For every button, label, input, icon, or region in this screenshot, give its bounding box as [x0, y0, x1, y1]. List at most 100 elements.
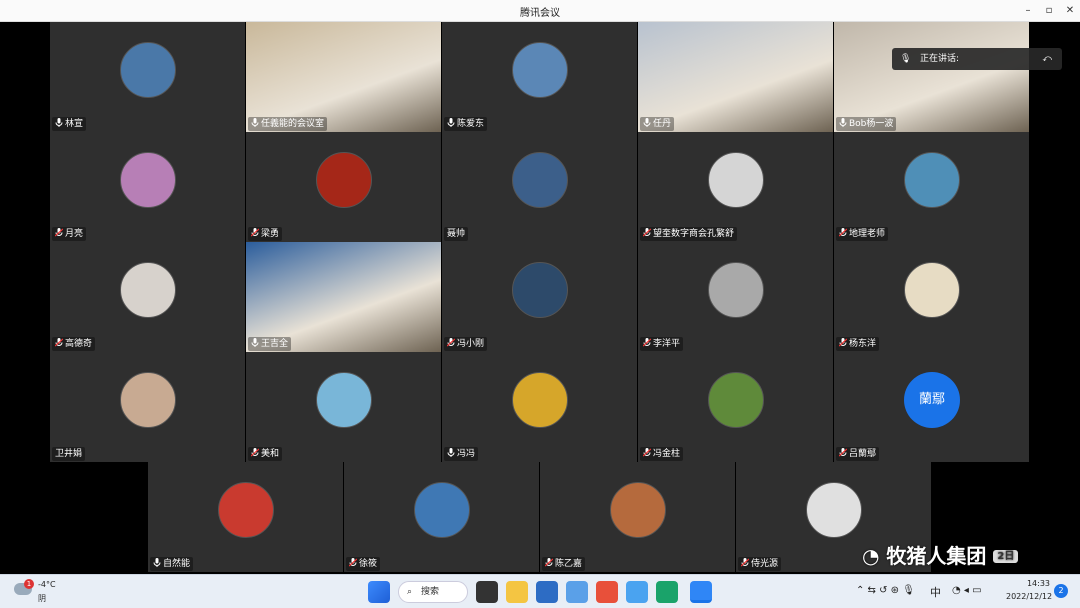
participant-tile[interactable]: 卫井娟	[50, 352, 245, 462]
avatar	[904, 262, 960, 318]
participant-name: 任義能的会议室	[248, 117, 328, 131]
participant-name: 林宣	[52, 117, 87, 131]
collapse-icon[interactable]: ⤺	[1042, 48, 1052, 70]
participant-name-text: 冯小刚	[457, 339, 485, 349]
participant-tile[interactable]: 望奎数字商会孔繁舒	[638, 132, 833, 242]
onedrive-icon[interactable]	[626, 581, 648, 603]
notification-badge[interactable]: 2	[1054, 584, 1068, 598]
participant-name-text: 望奎数字商会孔繁舒	[653, 229, 735, 239]
taskbar: 1 -4°C 阴 ⌕ 搜索 ⌃ ⇆ ↺ ⊛ 🎙 中 ◔ ◂ ▭ 14:33 20…	[0, 574, 1080, 608]
mic-on-icon	[251, 118, 259, 127]
close-button[interactable]: ✕	[1062, 3, 1078, 19]
participant-tile[interactable]: 王吉全	[246, 242, 441, 352]
avatar	[120, 372, 176, 428]
participant-name: 徐筱	[346, 557, 381, 571]
mic-icon: 🎙	[900, 54, 912, 64]
avatar: 蘭鄢	[904, 372, 960, 428]
participant-tile[interactable]: 自然能	[148, 462, 343, 572]
clock-date[interactable]: 2022/12/12	[1006, 592, 1052, 601]
participant-name: 陈乙嘉	[542, 557, 586, 571]
mic-on-icon	[251, 338, 259, 347]
file-explorer-icon[interactable]	[506, 581, 528, 603]
participant-tile[interactable]: 陈乙嘉	[540, 462, 735, 572]
participant-name-text: 吕蘭鄢	[849, 449, 877, 459]
avatar	[512, 42, 568, 98]
participant-name: 自然能	[150, 557, 194, 571]
tray-icons[interactable]: ⌃ ⇆ ↺ ⊛ 🎙	[856, 585, 915, 596]
participant-tile[interactable]: 冯小刚	[442, 242, 637, 352]
participant-name-text: 高德奇	[65, 339, 93, 349]
video-feed	[246, 242, 441, 352]
avatar	[708, 152, 764, 208]
maximize-button[interactable]: ▫	[1041, 3, 1057, 19]
participant-name: 冯小刚	[444, 337, 488, 351]
participant-tile[interactable]: 徐筱	[344, 462, 539, 572]
mic-on-icon	[153, 558, 161, 567]
participant-name-text: 陈乙嘉	[555, 559, 583, 569]
speaking-label: 正在讲话:	[920, 54, 960, 64]
participant-tile[interactable]: 李洋平	[638, 242, 833, 352]
participant-tile[interactable]: 梁勇	[246, 132, 441, 242]
clock-time[interactable]: 14:33	[1012, 579, 1050, 588]
watermark-badge: 2日	[993, 550, 1019, 563]
start-icon[interactable]	[368, 581, 390, 603]
store-icon[interactable]	[536, 581, 558, 603]
mic-on-icon	[55, 118, 63, 127]
avatar	[120, 152, 176, 208]
search-label: 搜索	[421, 587, 440, 597]
mic-on-icon	[447, 118, 455, 127]
participant-name-text: 任義能的会议室	[261, 119, 325, 129]
participant-name-text: 林宣	[65, 119, 84, 129]
participant-tile[interactable]: 美和	[246, 352, 441, 462]
avatar	[708, 262, 764, 318]
participant-name-text: 陈爱东	[457, 119, 485, 129]
participant-name: 高德奇	[52, 337, 96, 351]
avatar	[414, 482, 470, 538]
participant-name: 望奎数字商会孔繁舒	[640, 227, 738, 241]
participant-name-text: 任丹	[653, 119, 672, 129]
participant-name: 地理老师	[836, 227, 889, 241]
participant-tile[interactable]: 陈爱东	[442, 22, 637, 132]
app-icon[interactable]	[566, 581, 588, 603]
avatar	[218, 482, 274, 538]
mic-off-icon	[642, 338, 652, 347]
mic-off-icon	[838, 228, 848, 237]
participant-tile[interactable]: 林宣	[50, 22, 245, 132]
participant-name: 陈爱东	[444, 117, 488, 131]
participant-name: 冯冯	[444, 447, 479, 461]
avatar	[120, 42, 176, 98]
participant-name: 梁勇	[248, 227, 283, 241]
participant-tile[interactable]: 杨东洋	[834, 242, 1029, 352]
search-box[interactable]: ⌕ 搜索	[398, 581, 468, 603]
participant-name-text: 美和	[261, 449, 280, 459]
participant-tile[interactable]: 冯金柱	[638, 352, 833, 462]
task-view-icon[interactable]	[476, 581, 498, 603]
ime-indicator[interactable]: 中	[930, 584, 941, 600]
tencent-meeting-icon[interactable]	[690, 581, 712, 603]
avatar	[120, 262, 176, 318]
watermark-text: 牧猪人集团	[886, 544, 987, 568]
avatar	[316, 372, 372, 428]
mic-off-icon	[838, 448, 848, 457]
mic-off-icon	[348, 558, 358, 567]
participant-tile[interactable]: 高德奇	[50, 242, 245, 352]
weather-temp: -4°C	[38, 580, 56, 589]
participant-tile[interactable]: 月亮	[50, 132, 245, 242]
minimize-button[interactable]: –	[1020, 3, 1036, 19]
participant-tile[interactable]: 聂帅	[442, 132, 637, 242]
participant-tile[interactable]: Bob杨一波	[834, 22, 1029, 132]
participant-name: 侍光源	[738, 557, 782, 571]
mic-off-icon	[54, 228, 64, 237]
participant-tile[interactable]: 任丹	[638, 22, 833, 132]
network-icon[interactable]: ◔ ◂ ▭	[952, 585, 982, 596]
participant-tile[interactable]: 冯冯	[442, 352, 637, 462]
office-icon[interactable]	[596, 581, 618, 603]
wechat-icon: ◔	[862, 544, 880, 568]
participant-tile[interactable]: 地理老师	[834, 132, 1029, 242]
participant-name-text: 李洋平	[653, 339, 681, 349]
participant-grid: 林宣 任義能的会议室 陈爱东 任丹 Bob杨一波月亮 梁勇 聂帅 望奎数字商会孔繁舒 地理老师高…	[50, 22, 1030, 462]
participant-tile[interactable]: 任義能的会议室	[246, 22, 441, 132]
edge-icon[interactable]	[656, 581, 678, 603]
participant-tile[interactable]: 蘭鄢吕蘭鄢	[834, 352, 1029, 462]
avatar	[512, 262, 568, 318]
